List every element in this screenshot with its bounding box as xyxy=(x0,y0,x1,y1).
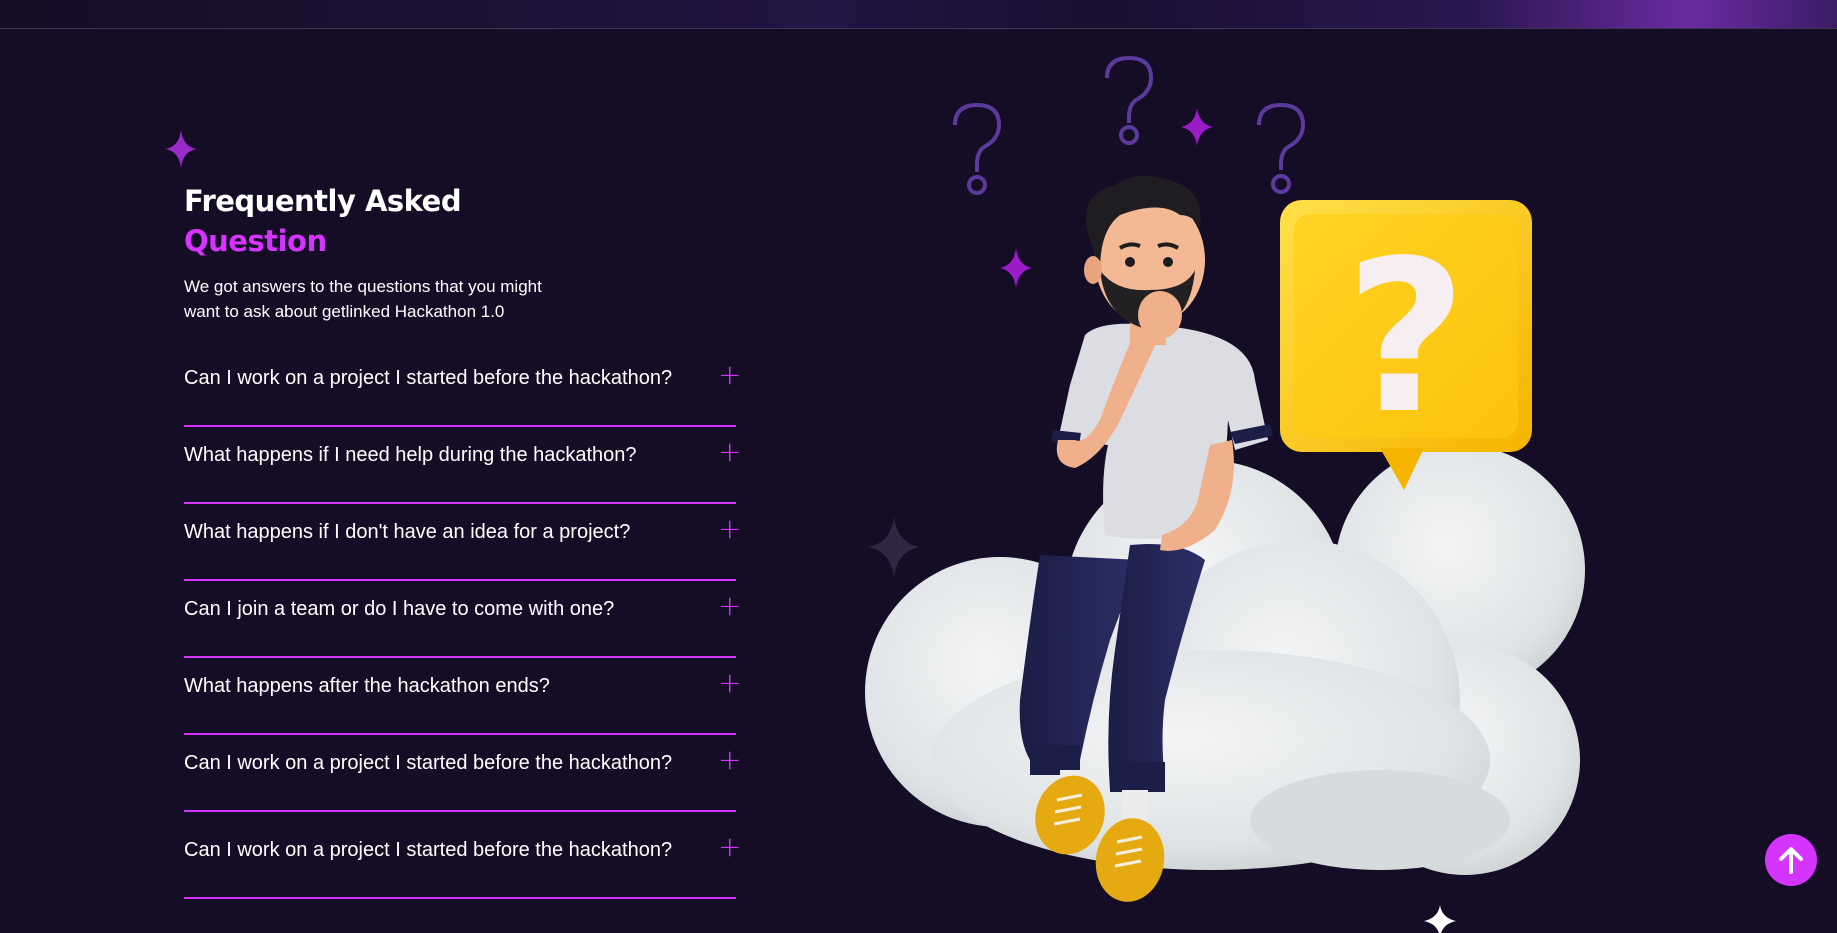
faq-item[interactable]: What happens if I need help during the h… xyxy=(184,427,741,504)
question-mark-icon xyxy=(1257,102,1306,194)
question-mark-icon xyxy=(1105,55,1154,145)
scroll-to-top-button[interactable] xyxy=(1765,834,1817,886)
faq-question: Can I work on a project I started before… xyxy=(184,367,673,389)
plus-icon[interactable]: + xyxy=(718,833,741,861)
sparkle-icon xyxy=(1424,905,1456,933)
arrow-up-icon xyxy=(1779,847,1803,874)
faq-title: Frequently Asked Question xyxy=(184,181,462,261)
question-mark-icon xyxy=(953,102,1002,195)
faq-question: What happens if I don't have an idea for… xyxy=(184,521,631,543)
faq-question: Can I join a team or do I have to come w… xyxy=(184,598,615,620)
faq-item[interactable]: Can I work on a project I started before… xyxy=(184,812,741,899)
faq-question: What happens if I need help during the h… xyxy=(184,444,637,466)
sparkle-icon xyxy=(165,130,197,168)
faq-question: What happens after the hackathon ends? xyxy=(184,675,550,697)
svg-text:?: ? xyxy=(1345,215,1467,460)
plus-icon[interactable]: + xyxy=(718,592,741,620)
sparkle-icon xyxy=(868,516,920,578)
faq-list: Can I work on a project I started before… xyxy=(184,350,741,899)
top-banner-strip xyxy=(0,0,1837,29)
thinking-man-on-cloud-illustration: ? xyxy=(865,55,1585,933)
faq-item[interactable]: Can I join a team or do I have to come w… xyxy=(184,581,741,658)
faq-item[interactable]: Can I work on a project I started before… xyxy=(184,735,741,812)
plus-icon[interactable]: + xyxy=(718,515,741,543)
faq-item[interactable]: What happens if I don't have an idea for… xyxy=(184,504,741,581)
sparkle-icon xyxy=(1181,108,1213,146)
faq-intro-line1: We got answers to the questions that you… xyxy=(184,277,542,296)
faq-intro: We got answers to the questions that you… xyxy=(184,274,584,324)
question-bubble: ? xyxy=(1280,200,1532,490)
plus-icon[interactable]: + xyxy=(718,746,741,774)
faq-question: Can I work on a project I started before… xyxy=(184,839,673,861)
faq-question: Can I work on a project I started before… xyxy=(184,752,673,774)
faq-title-accent: Question xyxy=(184,224,327,258)
plus-icon[interactable]: + xyxy=(718,669,741,697)
faq-intro-line2: want to ask about getlinked Hackathon 1.… xyxy=(184,302,505,321)
plus-icon[interactable]: + xyxy=(718,438,741,466)
faq-title-line1: Frequently Asked xyxy=(184,184,462,218)
plus-icon[interactable]: + xyxy=(718,361,741,389)
faq-item[interactable]: Can I work on a project I started before… xyxy=(184,350,741,427)
faq-item[interactable]: What happens after the hackathon ends? + xyxy=(184,658,741,735)
sparkle-icon xyxy=(1000,248,1032,288)
